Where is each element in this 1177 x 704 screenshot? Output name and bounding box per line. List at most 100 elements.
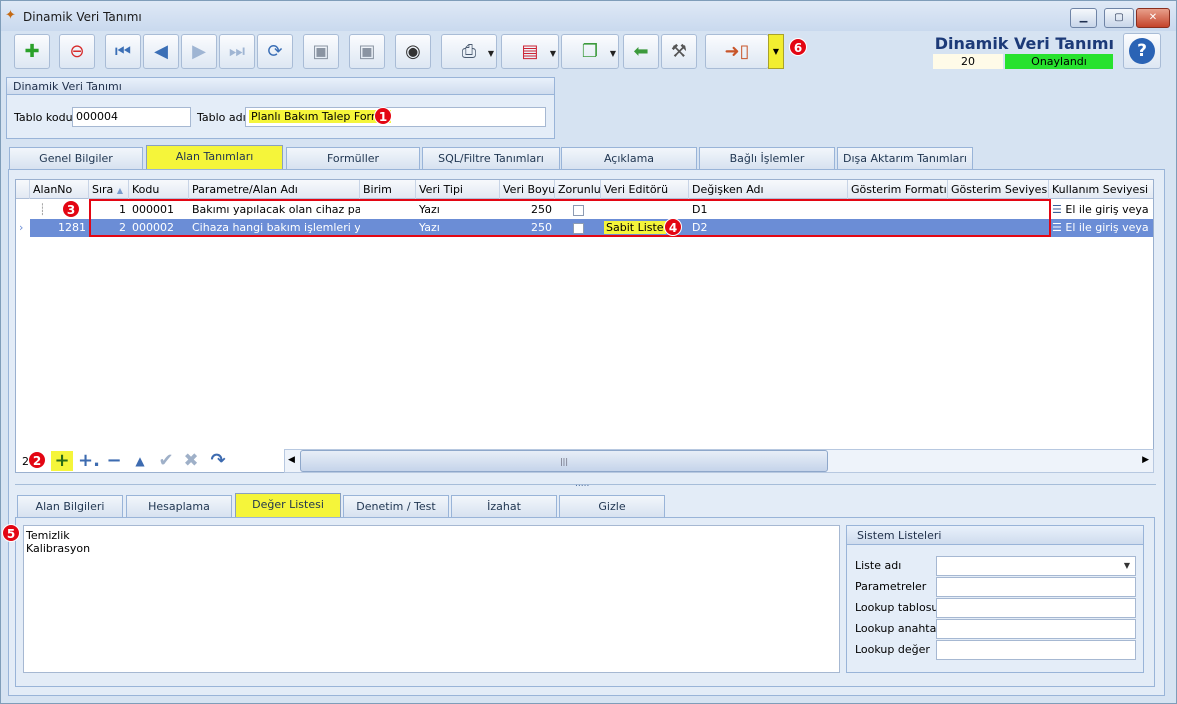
butterfly-app-icon: ✦ xyxy=(5,8,16,23)
preview-button[interactable]: ◉ xyxy=(395,34,431,69)
redo-button[interactable]: ↷ xyxy=(207,451,229,471)
first-record-button[interactable]: ⏮ xyxy=(105,34,141,69)
chevron-down-icon: ▼ xyxy=(487,49,494,58)
value-list-textarea[interactable]: Temizlik Kalibrasyon xyxy=(23,525,840,673)
delete-document-icon: ⊖ xyxy=(69,41,85,62)
check-icon: ✔ xyxy=(158,450,174,471)
header-title: Dinamik Veri Tanımı xyxy=(934,34,1114,53)
cell-alanno: 1281 xyxy=(58,221,86,234)
col-gosterim-seviyesi[interactable]: Gösterim Seviyesi xyxy=(948,180,1049,199)
cell-kullanim-seviyesi: ☰ El ile giriş veya He xyxy=(1049,201,1153,219)
liste-adi-select[interactable]: ▼ xyxy=(936,556,1136,576)
previous-record-button[interactable]: ◀ xyxy=(143,34,179,69)
close-window-button[interactable]: ✕ xyxy=(1136,8,1170,28)
refresh-button[interactable]: ⟳ xyxy=(257,34,293,69)
tab-aciklama[interactable]: Açıklama xyxy=(561,147,697,169)
new-record-button[interactable]: ✚ xyxy=(14,34,50,69)
col-sira[interactable]: Sıra ▲ xyxy=(89,180,129,199)
tab-formuller[interactable]: Formüller xyxy=(286,147,420,169)
cancel-edit-button[interactable]: ✖ xyxy=(180,451,202,471)
tab-izahat[interactable]: İzahat xyxy=(451,495,557,517)
cancel-save-button[interactable]: ▣ xyxy=(349,34,385,69)
col-parametre[interactable]: Parametre/Alan Adı xyxy=(189,180,360,199)
tab-disa-aktarim[interactable]: Dışa Aktarım Tanımları xyxy=(837,147,973,169)
liste-adi-row: Liste adı ▼ xyxy=(855,556,1137,576)
table-code-field[interactable]: 000004 xyxy=(72,107,191,127)
col-veri-boyu[interactable]: Veri Boyu xyxy=(500,180,555,199)
move-up-button[interactable]: ▲ xyxy=(129,451,151,471)
col-kullanim-seviyesi[interactable]: Kullanım Seviyesi xyxy=(1049,180,1153,199)
delete-record-button[interactable]: ⊖ xyxy=(59,34,95,69)
arrow-up-icon: ▲ xyxy=(135,454,145,468)
col-zorunlu[interactable]: Zorunlu xyxy=(555,180,601,199)
tab-gizle[interactable]: Gizle xyxy=(559,495,665,517)
lookup-tablosu-field[interactable] xyxy=(936,598,1136,618)
minimize-button[interactable]: ▁ xyxy=(1070,8,1097,28)
col-veri-editoru[interactable]: Veri Editörü xyxy=(601,180,689,199)
tab-alan-bilgileri[interactable]: Alan Bilgileri xyxy=(17,495,123,517)
scroll-right-icon[interactable]: ▶ xyxy=(1142,455,1149,465)
table-name-label: Tablo adı xyxy=(197,111,246,124)
col-kodu[interactable]: Kodu xyxy=(129,180,189,199)
chevron-down-icon: ▼ xyxy=(772,47,780,56)
import-button[interactable]: ⬅ xyxy=(623,34,659,69)
tab-genel-bilgiler[interactable]: Genel Bilgiler xyxy=(9,147,143,169)
lookup-deger-row: Lookup değer xyxy=(855,640,1137,660)
lookup-tablosu-label: Lookup tablosu xyxy=(855,601,939,614)
confirm-edit-button[interactable]: ✔ xyxy=(155,451,177,471)
col-alanno[interactable]: AlanNo xyxy=(30,180,89,199)
help-button[interactable]: ? xyxy=(1123,33,1161,69)
scroll-thumb[interactable]: ||| xyxy=(300,450,828,472)
window-title: Dinamik Veri Tanımı xyxy=(23,10,142,24)
settings-button[interactable]: ⚒ xyxy=(661,34,697,69)
maximize-button[interactable]: ▢ xyxy=(1104,8,1134,28)
chevron-down-icon: ▼ xyxy=(549,49,556,58)
marker-badge-1: 1 xyxy=(374,107,392,125)
add-row-button[interactable]: + xyxy=(51,451,73,471)
parametreler-field[interactable] xyxy=(936,577,1136,597)
exit-dropdown-button[interactable]: ▼ xyxy=(768,34,784,69)
printer-icon: ⎙ xyxy=(461,41,477,62)
marker-badge-5: 5 xyxy=(2,524,20,542)
scroll-left-icon[interactable]: ◀ xyxy=(288,455,295,465)
col-birim[interactable]: Birim xyxy=(360,180,416,199)
copy-button[interactable]: ❐ ▼ xyxy=(561,34,619,69)
last-icon: ⏭ xyxy=(228,41,246,62)
tab-denetim-test[interactable]: Denetim / Test xyxy=(343,495,449,517)
list-lines-icon: ☰ xyxy=(1052,221,1062,234)
grip-dots-icon: ..... xyxy=(575,479,590,489)
copy-icon: ❐ xyxy=(581,41,599,62)
tab-bagli-islemler[interactable]: Bağlı İşlemler xyxy=(699,147,835,169)
insert-plus-icon: +. xyxy=(78,450,100,471)
exit-door-icon: ➜▯ xyxy=(724,41,750,62)
splitter[interactable]: ..... xyxy=(15,479,1156,489)
save-button[interactable]: ▣ xyxy=(303,34,339,69)
col-gosterim-formati[interactable]: Gösterim Formatı xyxy=(848,180,948,199)
horizontal-scrollbar[interactable]: ◀ ||| ▶ xyxy=(284,449,1154,473)
col-veri-tipi[interactable]: Veri Tipi xyxy=(416,180,500,199)
col-degisken-adi[interactable]: Değişken Adı xyxy=(689,180,848,199)
lookup-deger-field[interactable] xyxy=(936,640,1136,660)
last-record-button[interactable]: ⏭ xyxy=(219,34,255,69)
next-record-button[interactable]: ▶ xyxy=(181,34,217,69)
tab-sql-filtre[interactable]: SQL/Filtre Tanımları xyxy=(422,147,560,169)
print-button[interactable]: ⎙ ▼ xyxy=(441,34,497,69)
tab-deger-listesi[interactable]: Değer Listesi xyxy=(235,493,341,518)
cell-kullanim-seviyesi: ☰ El ile giriş veya He xyxy=(1049,219,1153,237)
chevron-down-icon: ▼ xyxy=(609,49,616,58)
tab-hesaplama[interactable]: Hesaplama xyxy=(126,495,232,517)
table-name-field[interactable]: Planlı Bakım Talep Formu xyxy=(245,107,546,127)
insert-row-button[interactable]: +. xyxy=(78,451,100,471)
marker-badge-3: 3 xyxy=(62,200,80,218)
exit-button[interactable]: ➜▯ xyxy=(705,34,769,69)
tab-alan-tanimlari[interactable]: Alan Tanımları xyxy=(146,145,283,170)
list-lines-icon: ☰ xyxy=(1052,203,1062,216)
cancel-disk-icon: ▣ xyxy=(358,41,376,62)
export-pdf-button[interactable]: ▤ ▼ xyxy=(501,34,559,69)
lookup-anahtar-field[interactable] xyxy=(936,619,1136,639)
lookup-anahtar-label: Lookup anahtar xyxy=(855,622,941,635)
plus-icon: + xyxy=(54,450,70,471)
delete-row-button[interactable]: − xyxy=(103,451,125,471)
header-count: 20 xyxy=(933,54,1003,69)
rows-highlight-frame xyxy=(89,199,1051,237)
